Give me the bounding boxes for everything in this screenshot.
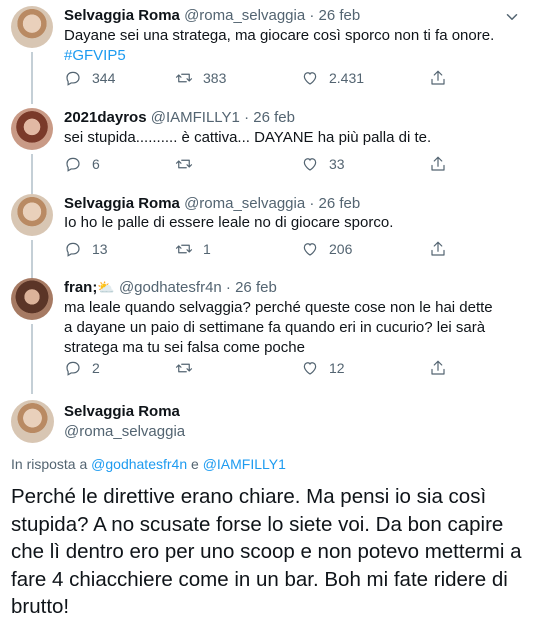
weather-emoji-icon: ⛅ [97,279,115,295]
tweet-header: Selvaggia Roma @roma_selvaggia [64,402,185,442]
like-button[interactable]: 206 [301,240,352,258]
like-count: 12 [329,360,345,376]
retweet-icon [175,363,193,373]
tweet-header: fran;⛅ @godhatesfr4n · 26 feb [64,278,277,297]
author-handle[interactable]: @roma_selvaggia [184,195,305,212]
tweet-text: Io ho le palle di essere leale no di gio… [64,213,524,233]
author-name[interactable]: Selvaggia Roma [64,195,180,212]
like-button[interactable]: 33 [301,155,345,173]
author-handle[interactable]: @IAMFILLY1 [151,109,240,126]
tweet-date[interactable]: 26 feb [235,279,277,296]
reply-context: In risposta a @godhatesfr4n e @IAMFILLY1 [11,456,286,472]
main-tweet-text: Perché le direttive erano chiare. Ma pen… [11,485,522,618]
heart-icon [303,243,317,256]
reply-conjunction: e [191,456,199,472]
author-handle[interactable]: @roma_selvaggia [184,7,305,24]
retweet-icon [175,159,193,169]
tweet-header: 2021dayros @IAMFILLY1 · 26 feb [64,108,295,127]
reply-button[interactable]: 6 [64,155,100,173]
tweet-header: Selvaggia Roma @roma_selvaggia · 26 feb [64,194,360,213]
author-name[interactable]: Selvaggia Roma [64,7,180,24]
retweet-button[interactable] [175,155,203,173]
avatar[interactable] [11,194,53,236]
share-icon [431,241,445,256]
like-count: 206 [329,241,353,257]
tweet-text-content: sei stupida.......... è cattiva... DAYAN… [64,129,432,146]
tweet-actions: 13 1 206 [64,240,459,258]
reply-count: 13 [92,241,108,257]
separator-dot: · [309,7,315,24]
thread-line [31,154,33,194]
retweet-icon [175,244,193,254]
tweet-date[interactable]: 26 feb [319,7,361,24]
avatar[interactable] [11,278,53,320]
author-name[interactable]: fran; [64,279,97,296]
separator-dot: · [244,109,250,126]
chevron-down-icon[interactable] [503,8,521,26]
separator-dot: · [309,195,315,212]
thread-line [31,52,33,104]
retweet-button[interactable]: 383 [175,69,226,87]
retweet-icon [175,73,193,83]
tweet-3[interactable]: Selvaggia Roma @roma_selvaggia · 26 feb … [0,190,537,280]
tweet-text: sei stupida.......... è cattiva... DAYAN… [64,128,524,148]
tweet-text: ma leale quando selvaggia? perché queste… [64,298,504,358]
retweet-button[interactable] [175,359,203,377]
tweet-actions: 344 383 2.431 [64,69,459,87]
tweet-actions: 6 33 [64,155,459,173]
like-count: 33 [329,156,345,172]
tweet-text-content: Io ho le palle di essere leale no di gio… [64,214,394,231]
tweet-text-content: Dayane sei una stratega, ma giocare così… [64,27,495,44]
share-button[interactable] [429,359,447,377]
avatar[interactable] [11,108,53,150]
share-icon [431,156,445,171]
like-button[interactable]: 12 [301,359,345,377]
like-count: 2.431 [329,70,365,86]
reply-icon [66,242,80,257]
reply-count: 2 [92,360,100,376]
share-button[interactable] [429,69,447,87]
author-name[interactable]: 2021dayros [64,109,147,126]
thread-line [31,324,33,394]
tweet-date[interactable]: 26 feb [319,195,361,212]
tweet-header: Selvaggia Roma @roma_selvaggia · 26 feb [64,6,360,25]
tweet-4[interactable]: fran;⛅ @godhatesfr4n · 26 feb ma leale q… [0,274,537,394]
reply-count: 344 [92,70,116,86]
reply-user-link[interactable]: @godhatesfr4n [91,456,187,472]
reply-user-link[interactable]: @IAMFILLY1 [203,456,286,472]
separator-dot: · [225,279,231,296]
tweet-text: Dayane sei una stratega, ma giocare così… [64,26,524,66]
reply-prefix: In risposta a [11,456,88,472]
heart-icon [303,72,317,85]
reply-icon [66,71,80,86]
reply-count: 6 [92,156,100,172]
author-name[interactable]: Selvaggia Roma [64,402,185,422]
heart-icon [303,362,317,375]
heart-icon [303,158,317,171]
retweet-count: 1 [203,241,211,257]
share-icon [431,360,445,375]
like-button[interactable]: 2.431 [301,69,364,87]
retweet-button[interactable]: 1 [175,240,211,258]
retweet-count: 383 [203,70,227,86]
reply-button[interactable]: 13 [64,240,108,258]
tweet-date[interactable]: 26 feb [253,109,295,126]
reply-icon [66,361,80,376]
avatar[interactable] [11,6,53,48]
share-button[interactable] [429,155,447,173]
hashtag-link[interactable]: #GFVIP5 [64,47,126,64]
avatar[interactable] [11,400,54,443]
tweet-text-content: ma leale quando selvaggia? perché queste… [64,299,493,356]
share-icon [431,70,445,85]
author-handle[interactable]: @godhatesfr4n [119,279,222,296]
tweet-1[interactable]: Selvaggia Roma @roma_selvaggia · 26 feb … [0,0,537,104]
tweet-2[interactable]: 2021dayros @IAMFILLY1 · 26 feb sei stupi… [0,104,537,194]
reply-button[interactable]: 344 [64,69,115,87]
reply-button[interactable]: 2 [64,359,100,377]
reply-icon [66,157,80,172]
author-handle[interactable]: @roma_selvaggia [64,422,185,442]
share-button[interactable] [429,240,447,258]
tweet-actions: 2 12 [64,359,459,377]
